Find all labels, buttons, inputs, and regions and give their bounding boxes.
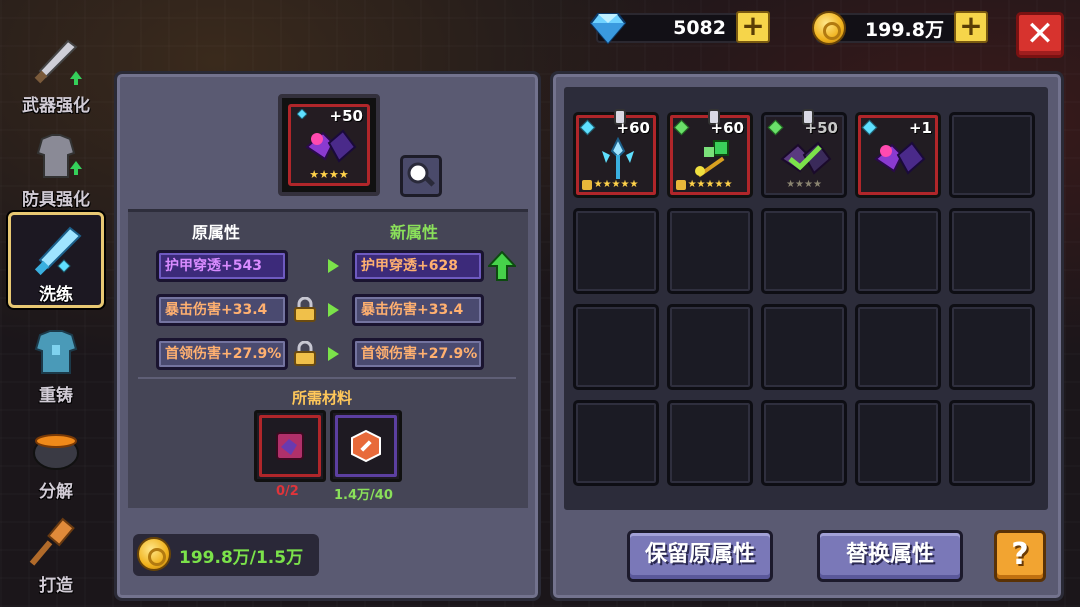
armor-icon [36, 134, 82, 178]
crystal-sword-icon [34, 226, 82, 276]
sidebar-item-recast[interactable]: 重铸 [8, 314, 104, 406]
keep-original-button[interactable]: 保留原属性 [627, 530, 773, 582]
old-attribute-row: 暴击伤害+33.4 [156, 294, 288, 326]
gauntlet-fragment-icon [276, 432, 304, 460]
coin-counter: 199.8万 + [812, 10, 988, 46]
sidebar-item-armor-upgrade[interactable]: 防具强化 [8, 118, 104, 210]
inventory-slot[interactable]: +60 ★★★★★ [573, 109, 659, 198]
chestplate-icon [34, 330, 78, 374]
gauntlet-icon [874, 141, 926, 175]
inventory-slot-empty[interactable] [573, 304, 659, 390]
sidebar-item-reforge-stats[interactable]: 洗练 [8, 212, 104, 308]
inventory-slot-empty[interactable] [949, 112, 1035, 198]
coin-icon [137, 537, 171, 571]
gauntlet-icon [305, 129, 357, 163]
lock-icon[interactable] [292, 297, 318, 323]
old-attribute-row: 护甲穿透+543 [156, 250, 288, 282]
material-count: 1.4万/40 [334, 488, 393, 503]
reforge-stone-icon [351, 429, 381, 463]
item-level: +50 [804, 119, 838, 137]
inventory-slot-empty[interactable] [667, 304, 753, 390]
hammer-icon [29, 517, 75, 566]
inventory-slot-empty[interactable] [855, 400, 941, 486]
inventory-slot-selected[interactable]: +50 ★★★★ [761, 109, 847, 198]
gauntlet-icon [780, 141, 832, 175]
item-level: +50 [329, 107, 363, 125]
gem-quality-icon [297, 109, 307, 119]
old-attribute-row: 首领伤害+27.9% [156, 338, 288, 370]
item-stars: ★★★★★ [593, 179, 639, 190]
diamond-icon [590, 13, 626, 44]
magnifier-icon [407, 162, 435, 187]
arrow-right-icon [328, 347, 339, 361]
cauldron-icon [33, 434, 79, 470]
selected-item-slot[interactable]: +50 ★★★★ [278, 94, 380, 196]
nature-staff-icon [695, 140, 729, 178]
inventory-slot-empty[interactable] [949, 208, 1035, 294]
gem-quality-icon [673, 119, 690, 136]
sidebar-item-disassemble[interactable]: 分解 [8, 410, 104, 502]
gem-counter: 5082 + [590, 10, 770, 46]
inventory-slot-empty[interactable] [573, 208, 659, 294]
selected-item-frame: +50 ★★★★ [288, 104, 370, 186]
inventory-slot-empty[interactable] [949, 400, 1035, 486]
inventory-slot-empty[interactable] [761, 208, 847, 294]
item-stars: ★★★★★ [687, 179, 733, 190]
material-slot-gauntlet[interactable] [254, 410, 326, 482]
new-attributes-header: 新属性 [390, 223, 439, 242]
new-attribute-row: 首领伤害+27.9% [352, 338, 484, 370]
inventory-slot[interactable]: +1 [855, 112, 941, 198]
close-button[interactable]: ✕ [1016, 12, 1064, 58]
inventory-slot-empty[interactable] [667, 208, 753, 294]
gem-quality-icon [767, 119, 784, 136]
sword-icon [34, 39, 82, 85]
item-stars: ★★★★ [309, 168, 349, 181]
sidebar-item-label: 重铸 [39, 386, 73, 406]
inspect-button[interactable] [400, 155, 442, 197]
divider [138, 377, 516, 379]
sidebar-item-label: 打造 [39, 576, 73, 596]
sidebar-item-label: 武器强化 [22, 96, 90, 116]
inventory-slot-empty[interactable] [761, 400, 847, 486]
item-level: +1 [908, 119, 932, 137]
increase-arrow-icon [488, 251, 516, 281]
add-coins-button[interactable]: + [954, 11, 988, 43]
coin-icon [812, 11, 846, 45]
help-button[interactable]: ? [994, 530, 1046, 582]
inventory-slot-empty[interactable] [855, 304, 941, 390]
sidebar: 武器强化 防具强化 洗练 重铸 分解 打造 [0, 24, 110, 607]
arrow-right-icon [328, 259, 339, 273]
new-attribute-row: 护甲穿透+628 [352, 250, 484, 282]
materials-title: 所需材料 [292, 389, 353, 407]
new-attribute-row: 暴击伤害+33.4 [352, 294, 484, 326]
inventory-slot-empty[interactable] [573, 400, 659, 486]
cost-text: 199.8万/1.5万 [179, 548, 304, 568]
old-attributes-header: 原属性 [192, 223, 241, 242]
gem-quality-icon [861, 119, 878, 136]
gem-quality-icon [579, 119, 596, 136]
material-count: 0/2 [276, 484, 299, 499]
inventory-slot-empty[interactable] [855, 208, 941, 294]
sidebar-item-label: 分解 [39, 482, 73, 502]
replace-attributes-button[interactable]: 替换属性 [817, 530, 963, 582]
ice-staff-icon [602, 137, 634, 179]
sidebar-item-forge[interactable]: 打造 [8, 504, 104, 596]
sidebar-item-weapon-upgrade[interactable]: 武器强化 [8, 24, 104, 116]
inventory-slot-empty[interactable] [761, 304, 847, 390]
arrow-right-icon [328, 303, 339, 317]
sidebar-item-label: 防具强化 [22, 190, 90, 210]
sidebar-item-label: 洗练 [39, 285, 73, 305]
item-level: +60 [616, 119, 650, 137]
lock-icon[interactable] [292, 341, 318, 367]
material-slot-stone[interactable] [330, 410, 402, 482]
cost-display: 199.8万/1.5万 [133, 534, 319, 576]
inventory-slot-empty[interactable] [949, 304, 1035, 390]
add-gems-button[interactable]: + [736, 11, 770, 43]
inventory-slot[interactable]: +60 ★★★★★ [667, 109, 753, 198]
item-stars: ★★★★ [786, 179, 822, 190]
inventory-slot-empty[interactable] [667, 400, 753, 486]
